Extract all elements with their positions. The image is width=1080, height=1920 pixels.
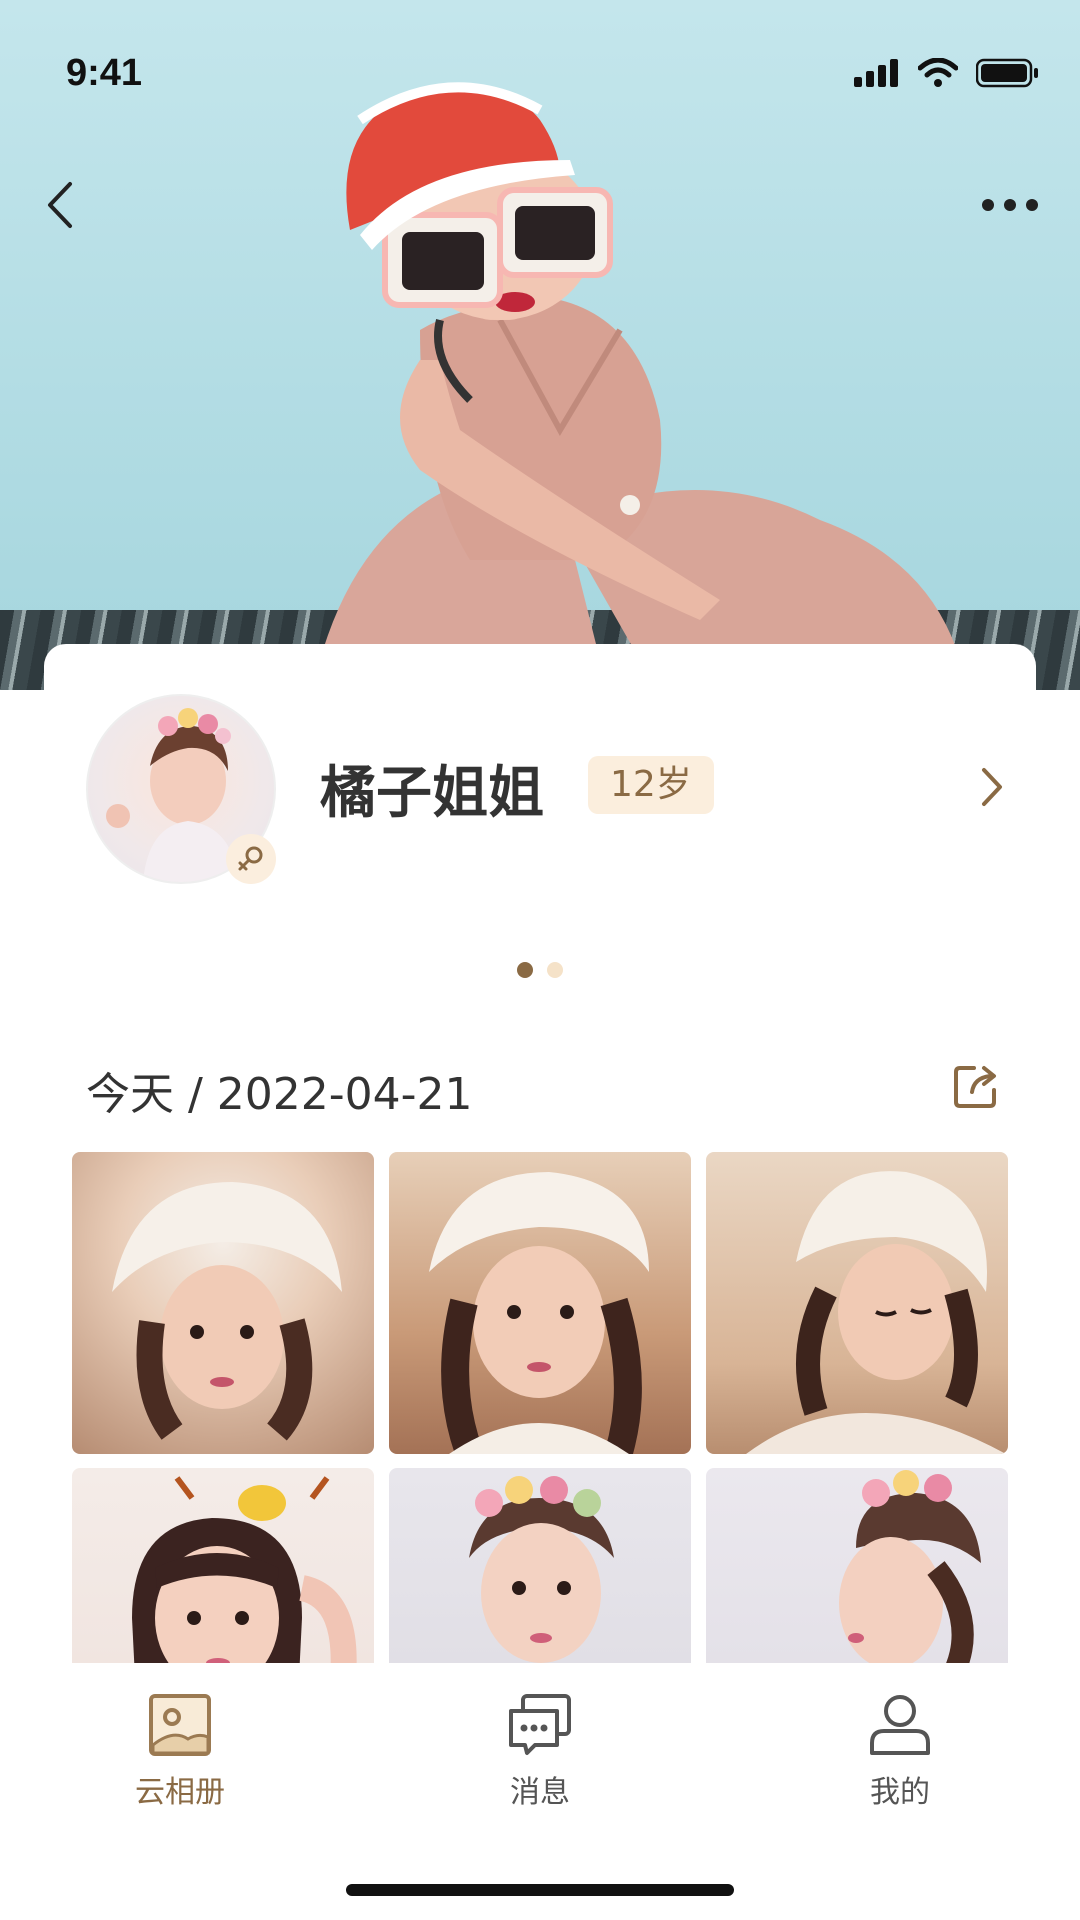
tab-messages[interactable]: 消息 <box>440 1693 640 1811</box>
tab-bar: 云相册 消息 我的 <box>0 1663 1080 1920</box>
tab-cloud-album[interactable]: 云相册 <box>80 1693 280 1811</box>
photo-thumbnail[interactable] <box>706 1468 1008 1663</box>
tab-label: 消息 <box>510 1775 570 1810</box>
photo-grid <box>72 1152 1008 1663</box>
photo-thumbnail[interactable] <box>706 1152 1008 1454</box>
profile-icon <box>870 1695 930 1755</box>
tab-label: 我的 <box>870 1775 930 1810</box>
photo-album-icon <box>149 1694 211 1756</box>
tab-label: 云相册 <box>135 1775 225 1810</box>
message-icon <box>509 1694 571 1755</box>
home-indicator <box>346 1884 734 1896</box>
photo-thumbnail[interactable] <box>389 1468 691 1663</box>
photo-thumbnail[interactable] <box>389 1152 691 1454</box>
photo-thumbnail[interactable] <box>72 1468 374 1663</box>
photo-thumbnail[interactable] <box>72 1152 374 1454</box>
tab-mine[interactable]: 我的 <box>800 1693 1000 1811</box>
